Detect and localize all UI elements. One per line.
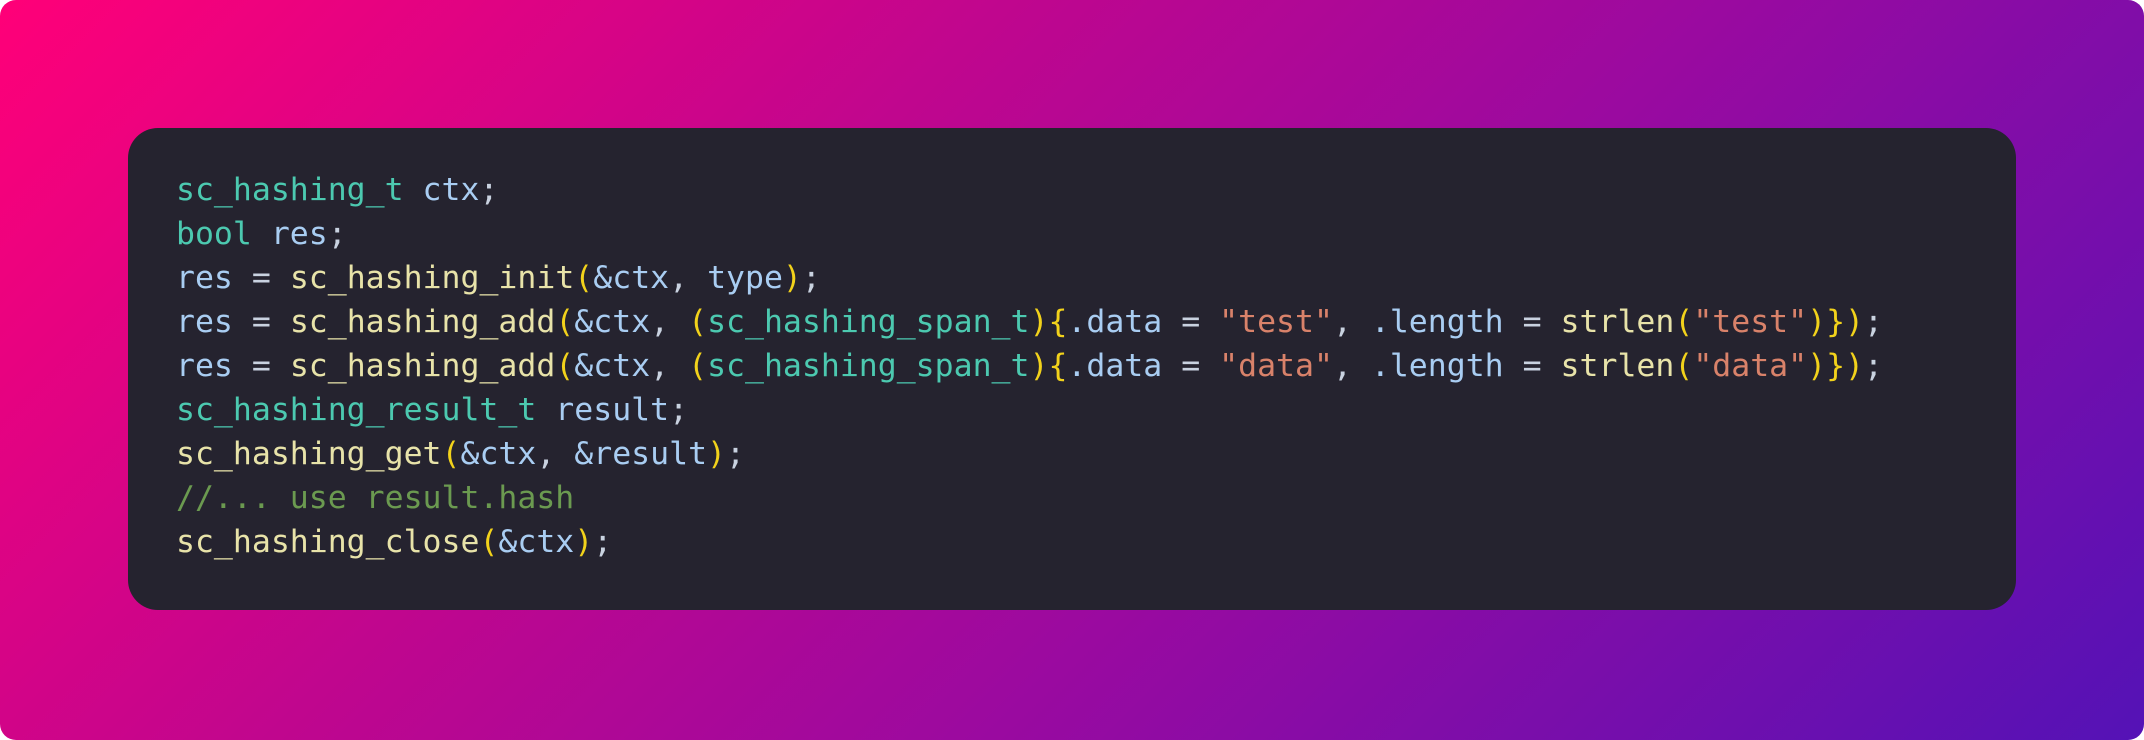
code-line: sc_hashing_result_t result;: [176, 388, 1968, 432]
code-token-punct: ;: [726, 436, 745, 472]
code-token-paren: ): [574, 524, 594, 560]
code-token-punct: ;: [669, 392, 689, 428]
code-token-op: =: [1503, 348, 1561, 384]
code-token-var: .length: [1370, 304, 1504, 340]
code-token-var: res: [176, 304, 233, 340]
code-token-type: bool: [176, 216, 252, 252]
code-token-var: &ctx: [574, 348, 651, 384]
code-token-paren: }: [1826, 304, 1846, 340]
code-token-punct: ,: [650, 304, 689, 340]
code-token-op: =: [1162, 304, 1220, 340]
code-token-op: =: [232, 348, 290, 384]
code-token-func: sc_hashing_add: [289, 304, 556, 340]
code-token-punct: ,: [650, 348, 689, 384]
code-token-string: "test": [1693, 304, 1808, 340]
code-card: sc_hashing_t ctx; bool res; res = sc_hashi…: [128, 128, 2016, 610]
code-line: res = sc_hashing_add(&ctx, (sc_hashing_s…: [176, 300, 1968, 344]
code-line: bool res;: [176, 212, 1968, 256]
code-token-paren: (: [1674, 304, 1694, 340]
code-token-var: .data: [1067, 348, 1163, 384]
code-token-paren: ): [707, 436, 727, 472]
code-token-paren: (: [555, 304, 575, 340]
code-token-var: .length: [1370, 348, 1504, 384]
code-line: sc_hashing_get(&ctx, &result);: [176, 432, 1968, 476]
code-token-punct: ;: [1864, 304, 1883, 340]
code-block: sc_hashing_t ctx; bool res; res = sc_hashi…: [176, 168, 1968, 564]
code-token-punct: ;: [327, 216, 347, 252]
code-token-punct: ;: [1864, 348, 1883, 384]
code-token-type: sc_hashing_span_t: [707, 304, 1030, 340]
code-token-var: &ctx: [593, 260, 670, 296]
code-token-op: =: [1503, 304, 1561, 340]
code-token-op: =: [1162, 348, 1220, 384]
code-token-paren: (: [441, 436, 461, 472]
gradient-background: sc_hashing_t ctx; bool res; res = sc_hashi…: [0, 0, 2144, 740]
code-token-paren: ): [1029, 304, 1049, 340]
code-token-punct: ;: [593, 524, 613, 560]
code-token-punct: ,: [669, 260, 708, 296]
code-token-paren: (: [555, 348, 575, 384]
code-token-punct: ,: [1332, 348, 1371, 384]
code-token-var: type: [707, 260, 783, 296]
code-token-string: "test": [1219, 304, 1333, 340]
code-token-func: strlen: [1560, 304, 1675, 340]
code-token-paren: ): [1845, 348, 1865, 384]
code-token-var: res: [176, 348, 233, 384]
code-token-paren: ): [1029, 348, 1049, 384]
code-token-paren: (: [688, 304, 708, 340]
code-line: res = sc_hashing_add(&ctx, (sc_hashing_s…: [176, 344, 1968, 388]
code-token-var: &ctx: [498, 524, 575, 560]
code-token-var: [536, 392, 555, 428]
code-token-var: &ctx: [574, 304, 651, 340]
code-token-var: res: [270, 216, 328, 252]
code-token-paren: (: [1674, 348, 1694, 384]
code-token-paren: ): [1845, 304, 1865, 340]
code-token-func: sc_hashing_close: [176, 524, 480, 560]
code-token-var: &ctx: [460, 436, 537, 472]
code-token-string: "data": [1219, 348, 1333, 384]
code-token-punct: ;: [801, 260, 821, 296]
code-token-var: &result: [574, 436, 708, 472]
code-token-paren: ): [1807, 304, 1827, 340]
code-token-paren: (: [574, 260, 594, 296]
code-token-op: =: [232, 260, 290, 296]
code-token-var: [404, 172, 423, 208]
code-token-type: sc_hashing_t: [176, 172, 404, 208]
code-line: sc_hashing_close(&ctx);: [176, 520, 1968, 564]
code-token-paren: (: [688, 348, 708, 384]
code-token-var: res: [176, 260, 233, 296]
code-token-paren: {: [1048, 304, 1068, 340]
code-token-var: .data: [1067, 304, 1163, 340]
code-token-func: strlen: [1560, 348, 1675, 384]
code-line: res = sc_hashing_init(&ctx, type);: [176, 256, 1968, 300]
code-token-paren: ): [782, 260, 802, 296]
code-token-comment: //... use result.hash: [176, 480, 575, 516]
code-token-type: sc_hashing_result_t: [176, 392, 537, 428]
code-token-var: [252, 216, 271, 252]
code-line: //... use result.hash: [176, 476, 1968, 520]
code-token-var: ctx: [422, 172, 480, 208]
code-token-punct: ;: [479, 172, 499, 208]
code-token-punct: ,: [1332, 304, 1371, 340]
code-token-var: result: [555, 392, 670, 428]
code-token-punct: ,: [536, 436, 575, 472]
code-token-paren: {: [1048, 348, 1068, 384]
code-token-string: "data": [1693, 348, 1808, 384]
code-token-func: sc_hashing_add: [289, 348, 556, 384]
code-line: sc_hashing_t ctx;: [176, 168, 1968, 212]
code-token-func: sc_hashing_get: [176, 436, 442, 472]
code-token-type: sc_hashing_span_t: [707, 348, 1030, 384]
code-token-paren: }: [1826, 348, 1846, 384]
code-token-op: =: [232, 304, 290, 340]
code-token-paren: ): [1807, 348, 1827, 384]
code-token-paren: (: [479, 524, 499, 560]
code-token-func: sc_hashing_init: [289, 260, 575, 296]
